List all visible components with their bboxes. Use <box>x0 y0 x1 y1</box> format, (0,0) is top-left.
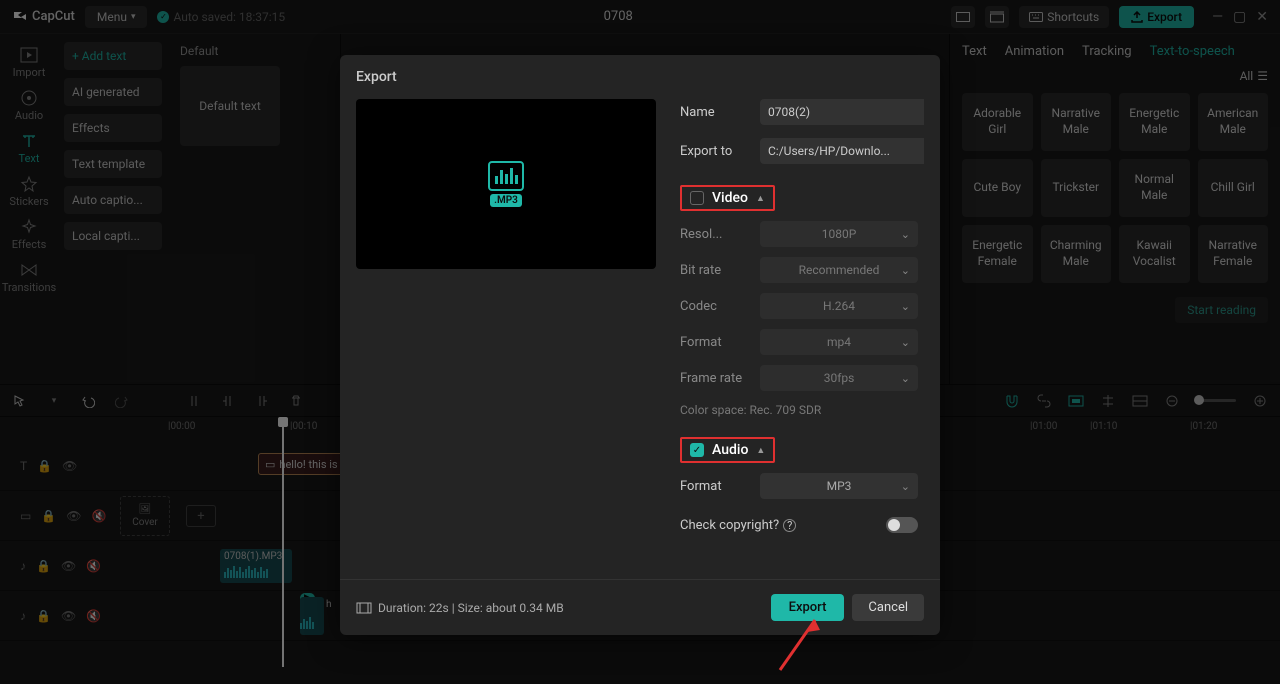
video-highlight: Video ▲ <box>680 185 775 211</box>
video-title: Video <box>712 190 748 206</box>
resolution-label: Resol... <box>680 227 750 242</box>
video-section-head: Video ▲ <box>680 185 918 211</box>
audio-highlight: ✓ Audio ▲ <box>680 437 775 463</box>
modal-footer: Duration: 22s | Size: about 0.34 MB Expo… <box>340 579 940 635</box>
name-input[interactable] <box>760 99 924 125</box>
framerate-select[interactable]: 30fps <box>760 365 918 391</box>
codec-label: Codec <box>680 299 750 314</box>
exportto-input[interactable] <box>760 138 924 164</box>
video-format-label: Format <box>680 335 750 350</box>
caret-up-icon[interactable]: ▲ <box>756 193 765 204</box>
annotation-arrow <box>770 620 830 684</box>
audio-checkbox[interactable]: ✓ <box>690 443 704 457</box>
export-info: Duration: 22s | Size: about 0.34 MB <box>356 601 564 615</box>
video-checkbox[interactable] <box>690 191 704 205</box>
export-confirm-button[interactable]: Export <box>771 594 845 621</box>
mp3-file-icon: .MP3 <box>486 161 526 207</box>
framerate-label: Frame rate <box>680 371 750 386</box>
film-icon <box>356 602 372 614</box>
modal-form: Name Export to Video ▲ Resol... 1080P Bit… <box>680 99 924 571</box>
audio-title: Audio <box>712 442 748 458</box>
copyright-toggle[interactable] <box>886 517 918 533</box>
copyright-label: Check copyright?? <box>680 518 796 533</box>
help-icon[interactable]: ? <box>783 519 796 532</box>
video-format-select[interactable]: mp4 <box>760 329 918 355</box>
cancel-button[interactable]: Cancel <box>852 594 924 621</box>
caret-up-icon[interactable]: ▲ <box>756 445 765 456</box>
audio-format-label: Format <box>680 479 750 494</box>
export-preview: .MP3 <box>356 99 656 269</box>
bitrate-label: Bit rate <box>680 263 750 278</box>
codec-select[interactable]: H.264 <box>760 293 918 319</box>
copyright-row: Check copyright?? <box>680 517 918 533</box>
audio-section-head: ✓ Audio ▲ <box>680 437 918 463</box>
export-modal: Export .MP3 Name Export to <box>340 55 940 635</box>
exportto-label: Export to <box>680 144 750 159</box>
modal-title: Export <box>340 55 940 99</box>
bitrate-select[interactable]: Recommended <box>760 257 918 283</box>
name-label: Name <box>680 105 750 120</box>
resolution-select[interactable]: 1080P <box>760 221 918 247</box>
audio-format-select[interactable]: MP3 <box>760 473 918 499</box>
color-space-note: Color space: Rec. 709 SDR <box>680 401 918 429</box>
